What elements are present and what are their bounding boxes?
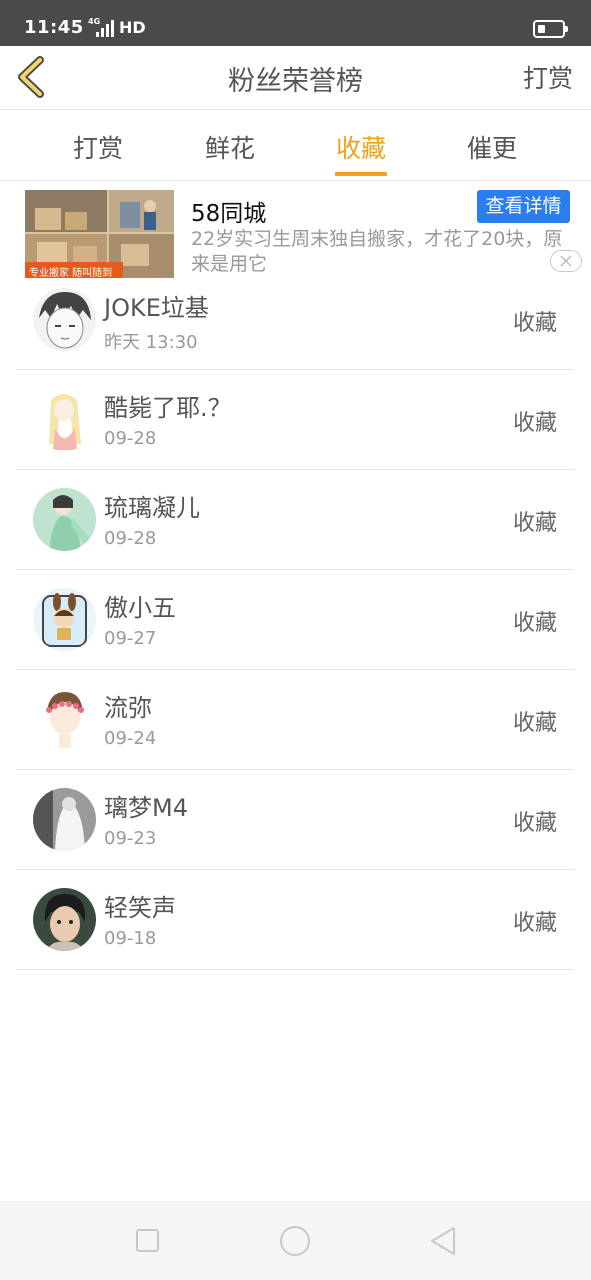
fan-date: 09-28 bbox=[104, 428, 157, 449]
tab-bar: 打赏 鲜花 收藏 催更 bbox=[0, 111, 591, 181]
ad-banner[interactable]: 专业搬家 随叫随到 58同城 22岁实习生周末独自搬家，才花了20块，原来是用它… bbox=[0, 182, 591, 282]
fan-date: 09-28 bbox=[104, 528, 157, 549]
fan-name: 流弥 bbox=[104, 694, 152, 722]
avatar[interactable] bbox=[33, 488, 96, 551]
fan-action-label: 收藏 bbox=[512, 411, 557, 436]
ad-advertiser: 58同城 bbox=[191, 201, 267, 227]
fan-date: 09-18 bbox=[104, 928, 157, 949]
fan-action-label: 收藏 bbox=[512, 911, 557, 936]
fan-action-label: 收藏 bbox=[512, 511, 557, 536]
battery-icon bbox=[533, 20, 568, 38]
list-item[interactable]: 轻笑声 09-18 收藏 bbox=[0, 870, 591, 970]
fan-name: JOKE垃基 bbox=[104, 294, 209, 322]
list-item[interactable]: 酷毙了耶.？ 09-28 收藏 bbox=[0, 370, 591, 470]
reward-button[interactable]: 打赏 bbox=[523, 59, 573, 95]
tab-reward[interactable]: 打赏 bbox=[58, 129, 138, 165]
fan-date: 昨天 13:30 bbox=[104, 332, 198, 353]
list-item[interactable]: JOKE垃基 昨天 13:30 收藏 bbox=[0, 270, 591, 370]
fan-date: 09-23 bbox=[104, 828, 157, 849]
system-nav-bar bbox=[0, 1201, 591, 1280]
divider bbox=[16, 969, 574, 970]
list-item[interactable]: 流弥 09-24 收藏 bbox=[0, 670, 591, 770]
header: 粉丝荣誉榜 打赏 bbox=[0, 46, 591, 110]
fan-name: 璃梦M4 bbox=[104, 794, 188, 822]
avatar[interactable] bbox=[33, 388, 96, 451]
close-icon bbox=[560, 255, 572, 267]
signal-icon: 4G HD bbox=[88, 17, 146, 37]
fan-date: 09-27 bbox=[104, 628, 157, 649]
fan-date: 09-24 bbox=[104, 728, 157, 749]
fan-action-label: 收藏 bbox=[512, 711, 557, 736]
avatar[interactable] bbox=[33, 588, 96, 651]
avatar[interactable] bbox=[33, 288, 96, 351]
page-title: 粉丝荣誉榜 bbox=[228, 66, 363, 97]
tab-urge-update[interactable]: 催更 bbox=[452, 129, 532, 165]
fan-list: JOKE垃基 昨天 13:30 收藏 酷毙了耶.？ 09-28 收藏 琉璃凝儿 … bbox=[0, 270, 591, 970]
list-item[interactable]: 璃梦M4 09-23 收藏 bbox=[0, 770, 591, 870]
fan-action-label: 收藏 bbox=[512, 811, 557, 836]
view-details-button[interactable]: 查看详情 bbox=[477, 190, 570, 223]
tab-flowers[interactable]: 鲜花 bbox=[190, 129, 270, 165]
fan-name: 轻笑声 bbox=[104, 894, 176, 922]
fan-name: 琉璃凝儿 bbox=[104, 494, 200, 522]
list-item[interactable]: 傲小五 09-27 收藏 bbox=[0, 570, 591, 670]
fan-name: 酷毙了耶.？ bbox=[104, 394, 232, 422]
fan-name: 傲小五 bbox=[104, 594, 176, 622]
fan-action-label: 收藏 bbox=[512, 311, 557, 336]
status-bar: 11:45 4G HD bbox=[0, 0, 591, 46]
battery-fill bbox=[538, 25, 545, 33]
avatar[interactable] bbox=[33, 888, 96, 951]
ad-thumbnail[interactable]: 专业搬家 随叫随到 bbox=[25, 190, 174, 278]
active-tab-indicator bbox=[335, 172, 387, 176]
status-time: 11:45 bbox=[24, 17, 84, 38]
fan-action-label: 收藏 bbox=[512, 611, 557, 636]
tab-favorites[interactable]: 收藏 bbox=[321, 129, 401, 165]
triangle-back-icon[interactable] bbox=[428, 1225, 458, 1257]
list-item[interactable]: 琉璃凝儿 09-28 收藏 bbox=[0, 470, 591, 570]
network-type: 4G bbox=[88, 17, 101, 26]
hd-label: HD bbox=[119, 18, 146, 37]
avatar[interactable] bbox=[33, 788, 96, 851]
ad-close-button[interactable] bbox=[550, 250, 582, 272]
square-icon[interactable] bbox=[136, 1229, 159, 1252]
avatar[interactable] bbox=[33, 688, 96, 751]
circle-icon[interactable] bbox=[280, 1226, 310, 1256]
